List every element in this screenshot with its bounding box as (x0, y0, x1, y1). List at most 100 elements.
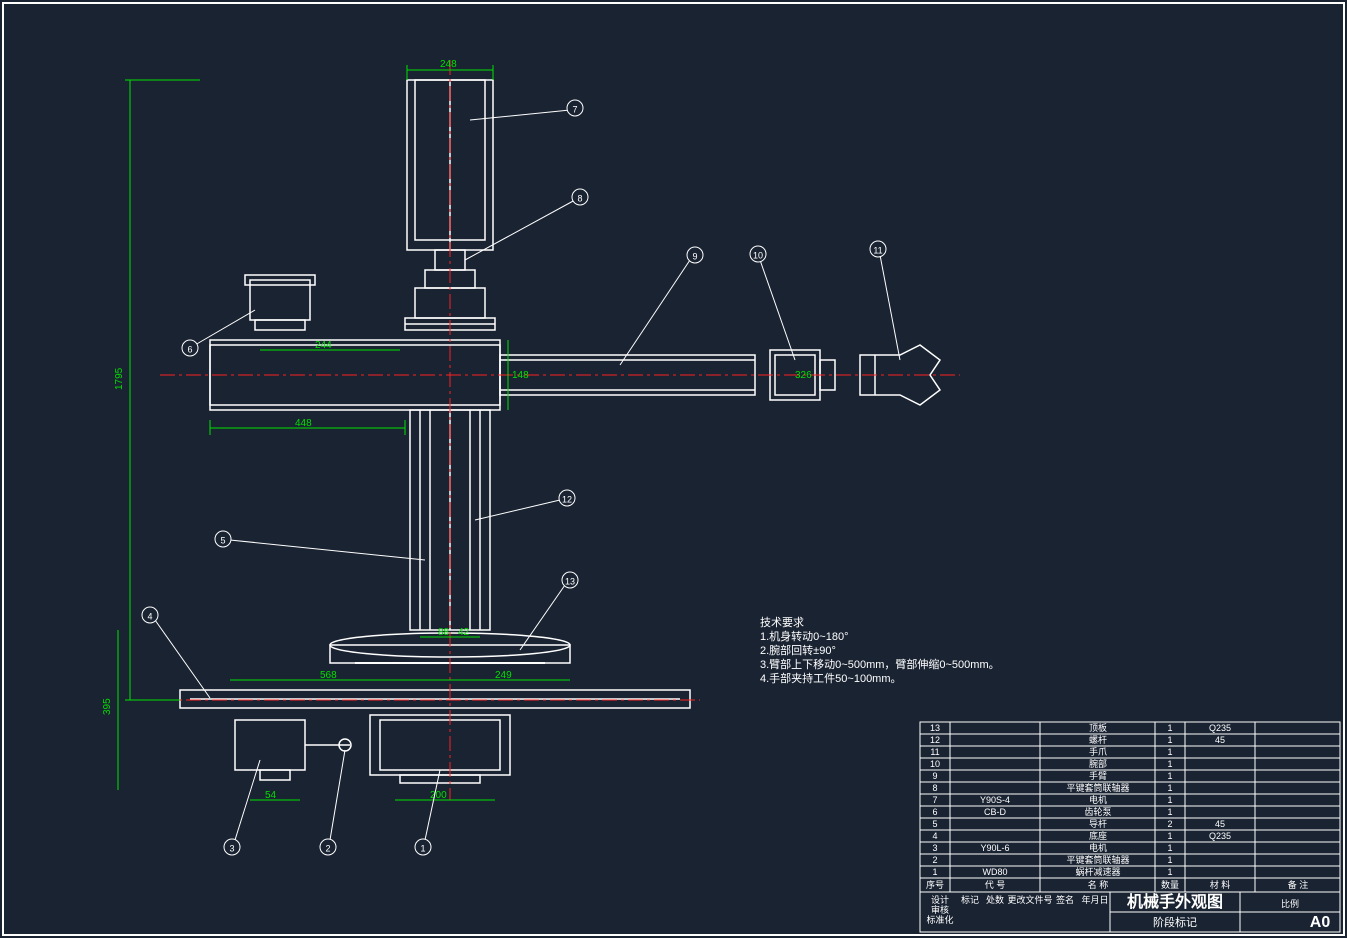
dim-overall-h: 1795 (114, 367, 125, 390)
svg-text:6: 6 (187, 344, 192, 354)
bom-cell: 1 (932, 867, 937, 877)
svg-text:4: 4 (147, 611, 152, 621)
dim-200: 200 (430, 790, 447, 801)
svg-text:13: 13 (565, 576, 575, 586)
bom-cell: 1 (1167, 855, 1172, 865)
tb-std: 标准化 (926, 914, 953, 925)
bom-cell: 蜗杆减速器 (1075, 866, 1120, 877)
bom-h-code: 代 号 (985, 880, 1006, 890)
tb-doc: 更改文件号 (1007, 894, 1052, 905)
dim-42: 42 (458, 627, 470, 638)
bom-cell: 3 (932, 843, 937, 853)
bom-cell: 手爪 (1089, 746, 1107, 757)
bom-cell: 1 (1167, 783, 1172, 793)
svg-text:8: 8 (577, 193, 582, 203)
bom-cell: 1 (1167, 735, 1172, 745)
bom-cell: Q235 (1209, 723, 1231, 733)
bom-cell: 45 (1215, 735, 1225, 745)
bom-cell: 2 (1167, 819, 1172, 829)
svg-text:7: 7 (572, 104, 577, 114)
bom-cell: 45 (1215, 819, 1225, 829)
notes-1: 1.机身转动0~180° (760, 629, 848, 643)
notes-4: 4.手部夹持工件50~100mm。 (760, 671, 902, 685)
bom-h-qty: 数量 (1161, 879, 1179, 890)
bom-cell: 2 (932, 855, 937, 865)
bom-cell: 1 (1167, 747, 1172, 757)
dim-88: 88 (438, 627, 450, 638)
bom-cell: 7 (932, 795, 937, 805)
bom-cell: 9 (932, 771, 937, 781)
notes-3: 3.臂部上下移动0~500mm，臂部伸缩0~500mm。 (760, 657, 1000, 671)
tb-scale-lbl: 比例 (1281, 898, 1299, 909)
drawing-svg: 248 1795 395 244 448 148 326 568 249 54 … (0, 0, 1347, 938)
bom-cell: CB-D (984, 807, 1006, 817)
bom-cell: 顶板 (1089, 722, 1107, 733)
bom-cell: 1 (1167, 867, 1172, 877)
bom-cell: Y90S-4 (980, 795, 1010, 805)
svg-text:5: 5 (220, 535, 225, 545)
bom-h-seq: 序号 (926, 879, 944, 890)
cad-canvas: 248 1795 395 244 448 148 326 568 249 54 … (0, 0, 1347, 938)
svg-text:1: 1 (420, 843, 425, 853)
bom-cell: 1 (1167, 771, 1172, 781)
bom-cell: 手臂 (1089, 770, 1107, 781)
svg-text:10: 10 (753, 250, 763, 260)
tb-zone: 处数 (986, 894, 1004, 905)
dim-lower-h: 395 (102, 698, 113, 715)
bom-h-mat: 材 料 (1210, 879, 1231, 890)
sheet-size: A0 (1310, 914, 1331, 931)
dim-326: 326 (795, 370, 812, 381)
bom-cell: 4 (932, 831, 937, 841)
tech-notes: 技术要求 1.机身转动0~180° 2.腕部回转±90° 3.臂部上下移动0~5… (760, 616, 1000, 685)
dim-568: 568 (320, 670, 337, 681)
bom-cell: Q235 (1209, 831, 1231, 841)
bom-cell: 6 (932, 807, 937, 817)
tb-mark: 标记 (961, 894, 979, 905)
svg-text:3: 3 (229, 843, 234, 853)
dim-54: 54 (265, 790, 277, 801)
bom-cell: 1 (1167, 723, 1172, 733)
drawing-title: 机械手外观图 (1127, 892, 1223, 911)
tb-check: 审核 (931, 904, 949, 915)
bom-cell: 11 (930, 747, 939, 757)
bom-cell: 5 (932, 819, 937, 829)
bom-cell: 1 (1167, 795, 1172, 805)
bom-h-name: 名 称 (1088, 879, 1109, 890)
notes-2: 2.腕部回转±90° (760, 643, 836, 657)
svg-text:11: 11 (873, 245, 882, 255)
bom-cell: 12 (930, 735, 940, 745)
bom-cell: 1 (1167, 759, 1172, 769)
bom-cell: 底座 (1089, 830, 1107, 841)
bom-cell: 螺杆 (1089, 734, 1107, 745)
tb-design: 设计 (931, 894, 949, 905)
dim-249: 249 (495, 670, 512, 681)
notes-heading: 技术要求 (760, 616, 804, 629)
bom-cell: 10 (930, 759, 940, 769)
bom-cell: 13 (930, 723, 940, 733)
tb-sig: 签名 (1056, 894, 1074, 905)
svg-text:2: 2 (325, 843, 330, 853)
dim-148: 148 (512, 370, 529, 381)
title-block: 13顶板1Q23512螺杆14511手爪110腕部19手臂18平键套筒联轴器17… (920, 722, 1340, 932)
bom-cell: 腕部 (1089, 758, 1107, 769)
bom-cell: 1 (1167, 807, 1172, 817)
dim-448: 448 (295, 418, 312, 429)
bom-cell: 电机 (1089, 842, 1107, 853)
drawing-subtitle: 阶段标记 (1153, 915, 1197, 929)
dim-top: 248 (440, 59, 457, 70)
bom-h-rem: 备 注 (1288, 879, 1309, 890)
centerlines (160, 60, 960, 800)
balloons: 7 8 6 9 10 11 12 13 5 4 3 2 1 (142, 100, 900, 855)
bom-cell: 平键套筒联轴器 (1066, 782, 1129, 793)
bom-cell: 齿轮泵 (1084, 806, 1111, 817)
bom-cell: Y90L-6 (980, 843, 1009, 853)
svg-text:9: 9 (692, 251, 697, 261)
tb-date: 年月日 (1081, 894, 1108, 905)
bom-cell: 平键套筒联轴器 (1066, 854, 1129, 865)
bom-cell: 电机 (1089, 794, 1107, 805)
svg-text:12: 12 (562, 494, 572, 504)
bom-cell: 导杆 (1089, 818, 1107, 829)
bom-cell: 1 (1167, 843, 1172, 853)
dim-244: 244 (315, 340, 332, 351)
bom-cell: 8 (932, 783, 937, 793)
